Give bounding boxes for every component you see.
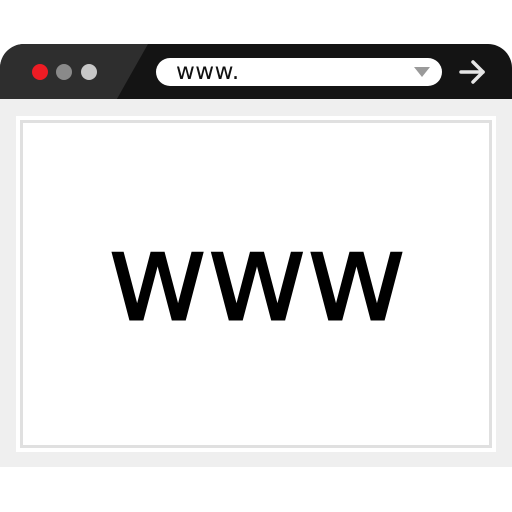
page-heading: www	[106, 206, 407, 350]
page-viewport: www	[16, 116, 496, 452]
window-controls-panel	[0, 44, 148, 99]
minimize-button[interactable]	[56, 64, 72, 80]
maximize-button[interactable]	[81, 64, 97, 80]
arrow-right-icon[interactable]	[458, 58, 488, 86]
browser-window: www. www	[0, 44, 512, 467]
close-button[interactable]	[32, 64, 48, 80]
address-bar[interactable]: www.	[156, 58, 442, 86]
chevron-down-icon[interactable]	[414, 67, 430, 77]
title-bar: www.	[0, 44, 512, 99]
address-input[interactable]: www.	[176, 58, 240, 86]
